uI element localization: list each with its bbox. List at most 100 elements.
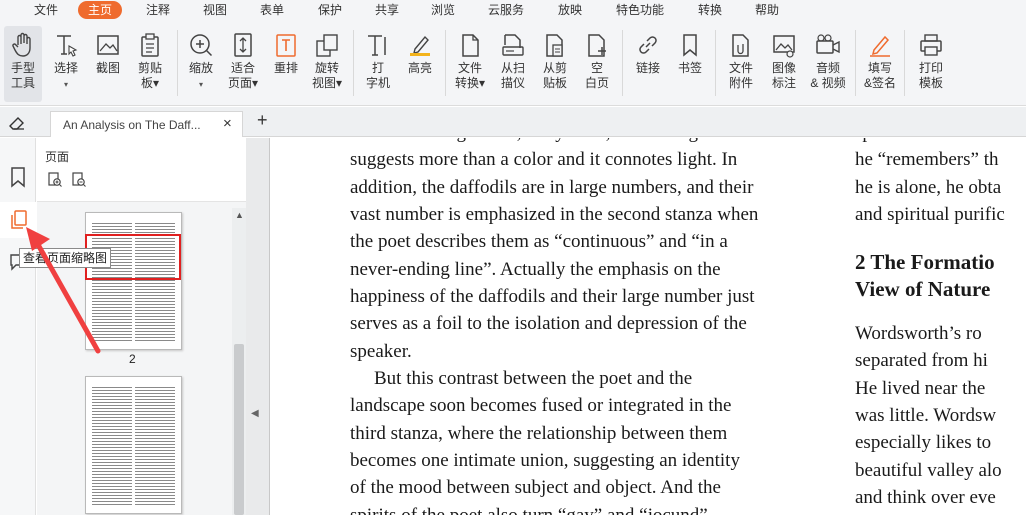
screenshot-label: 截图 [95,61,120,75]
from-scanner-label: 从扫 描仪 [500,61,525,90]
blank-page-button[interactable]: 空白页 [579,26,615,102]
fit-page-icon [234,33,252,57]
text-line: and spiritual purific [855,204,1005,225]
shrink-thumbnail-icon[interactable] [71,172,87,193]
ribbon-separator [177,30,178,96]
ribbon-separator [855,30,856,96]
hand-tool-button[interactable]: 手型 工具 [4,26,42,102]
clipboard-label: 剪贴 板▾ [137,61,162,90]
clipboard-icon [141,33,159,57]
text-line: beautiful valley alo [855,460,1002,481]
from-clipboard-icon [546,34,563,57]
image-annotation-icon [773,35,795,58]
text-line: landscape soon becomes fused or integrat… [350,395,732,416]
image-annotation-button[interactable]: 图像 标注 [766,26,802,102]
file-convert-button[interactable]: 文件 转换▾ [451,26,489,102]
screenshot-button[interactable]: 截图 [90,26,126,102]
text-line: happiness of the daffodils and their lar… [350,286,755,307]
select-tool-button[interactable]: 选择 ▾ [48,26,84,102]
menu-features[interactable]: 特色功能 [616,1,664,19]
typewriter-button[interactable]: 打字机 [360,26,396,102]
red-arrow-annotation-icon [26,227,101,354]
enlarge-thumbnail-icon[interactable] [47,172,63,193]
close-icon[interactable]: × [223,115,232,132]
link-button[interactable]: 链接 [630,26,666,102]
scrollbar-thumb[interactable] [234,344,244,515]
fit-page-button[interactable]: 适合 页面▾ [224,26,262,102]
bookmark-label: 书签 [677,61,702,75]
thumbnail-page-number: 2 [129,352,136,366]
bookmark-button[interactable]: 书签 [672,26,708,102]
audio-video-button[interactable]: 音频 & 视频 [806,26,850,102]
scroll-up-arrow-icon[interactable]: ▲ [235,210,244,220]
menu-view[interactable]: 视图 [203,1,227,19]
menu-help[interactable]: 帮助 [755,1,779,19]
eraser-icon[interactable] [8,115,26,136]
text-line: he is alone, he obta [855,177,1002,198]
ribbon-separator [715,30,716,96]
text-line: But this contrast between the poet and t… [374,368,693,389]
highlight-label: 高亮 [407,61,432,75]
from-clipboard-button[interactable]: 从剪 贴板 [537,26,573,102]
from-scanner-button[interactable]: 从扫 描仪 [495,26,531,102]
fill-sign-button[interactable]: 填写 &签名 [861,26,899,102]
hand-icon [12,32,31,57]
from-clipboard-label: 从剪 贴板 [542,61,567,90]
text-line: separated from hi [855,350,988,371]
text-line: serves as a foil to the isolation and de… [350,313,747,334]
section-heading: View of Nature [855,277,991,301]
thumbnail-scrollbar[interactable]: ▲ [232,208,246,515]
text-line: the poet describes them as “continuous” … [350,231,728,252]
bookmark-icon[interactable] [8,166,28,193]
text-line: he “remembers” th [855,149,999,170]
menu-protect[interactable]: 保护 [318,1,342,19]
file-convert-label: 文件 转换▾ [454,61,486,90]
zoom-icon [190,34,213,57]
text-line: spirits of the poet also turn “gay” and … [350,502,708,515]
menu-slideshow[interactable]: 放映 [558,1,582,19]
reflow-label: 重排 [273,61,298,75]
menu-convert[interactable]: 转换 [698,1,722,19]
thumbnail-column-gap [131,387,135,505]
menu-browse[interactable]: 浏览 [431,1,455,19]
text-line: never-ending line”. Actually the emphasi… [350,259,721,280]
text-line: third stanza, where the relationship bet… [350,423,728,444]
rotate-view-button[interactable]: 旋转 视图▾ [308,26,346,102]
menu-cloud[interactable]: 云服务 [488,1,524,19]
ribbon-separator [353,30,354,96]
menu-share[interactable]: 共享 [375,1,399,19]
select-tool-label: 选择 ▾ [53,61,78,89]
file-attachment-label: 文件 附件 [728,61,753,90]
collapse-arrow-icon[interactable]: ◀ [251,408,259,419]
image-annotation-label: 图像 标注 [771,61,796,90]
text-line: described as “golden”, not yellow, becau… [350,138,749,146]
typewriter-icon [368,35,386,56]
print-template-label: 打印 模板 [918,61,943,90]
document-view[interactable]: described as “golden”, not yellow, becau… [271,138,1026,515]
text-line: He lived near the [855,378,986,399]
clipboard-button[interactable]: 剪贴 板▾ [132,26,168,102]
zoom-button[interactable]: 缩放 ▾ [182,26,220,102]
file-attachment-button[interactable]: 文件 附件 [722,26,760,102]
page-thumbnail-3[interactable] [85,376,182,514]
menu-form[interactable]: 表单 [260,1,284,19]
menu-bar: 文件 主页 注释 视图 表单 保护 共享 浏览 云服务 放映 特色功能 转换 帮… [0,0,1026,20]
menu-home[interactable]: 主页 [78,1,123,19]
fill-sign-label: 填写 &签名 [863,61,896,90]
text-line: becomes one intimate union, suggesting a… [350,450,740,471]
highlight-button[interactable]: 高亮 [402,26,438,102]
reflow-button[interactable]: 重排 [268,26,304,102]
hand-tool-label: 手型 工具 [10,61,35,90]
text-line: was little. Wordsw [855,405,997,426]
thumbnail-panel-header: 页面 [37,138,246,202]
new-tab-button[interactable]: + [257,110,268,131]
section-heading: 2 The Formatio [855,250,995,274]
menu-file[interactable]: 文件 [34,1,58,19]
text-line: vast number is emphasized in the second … [350,204,759,225]
menu-annotate[interactable]: 注释 [146,1,170,19]
scanner-icon [502,34,524,56]
document-tab[interactable]: An Analysis on The Daff... × [50,111,243,137]
print-template-button[interactable]: 打印 模板 [912,26,950,102]
ribbon-toolbar: 手型 工具 选择 ▾ 截图 剪贴 板▾ 缩放 ▾ 适合 页面▾ 重排 旋转 视图▾ 打字机 … [0,20,1026,106]
panel-splitter[interactable]: ◀ [246,138,270,515]
